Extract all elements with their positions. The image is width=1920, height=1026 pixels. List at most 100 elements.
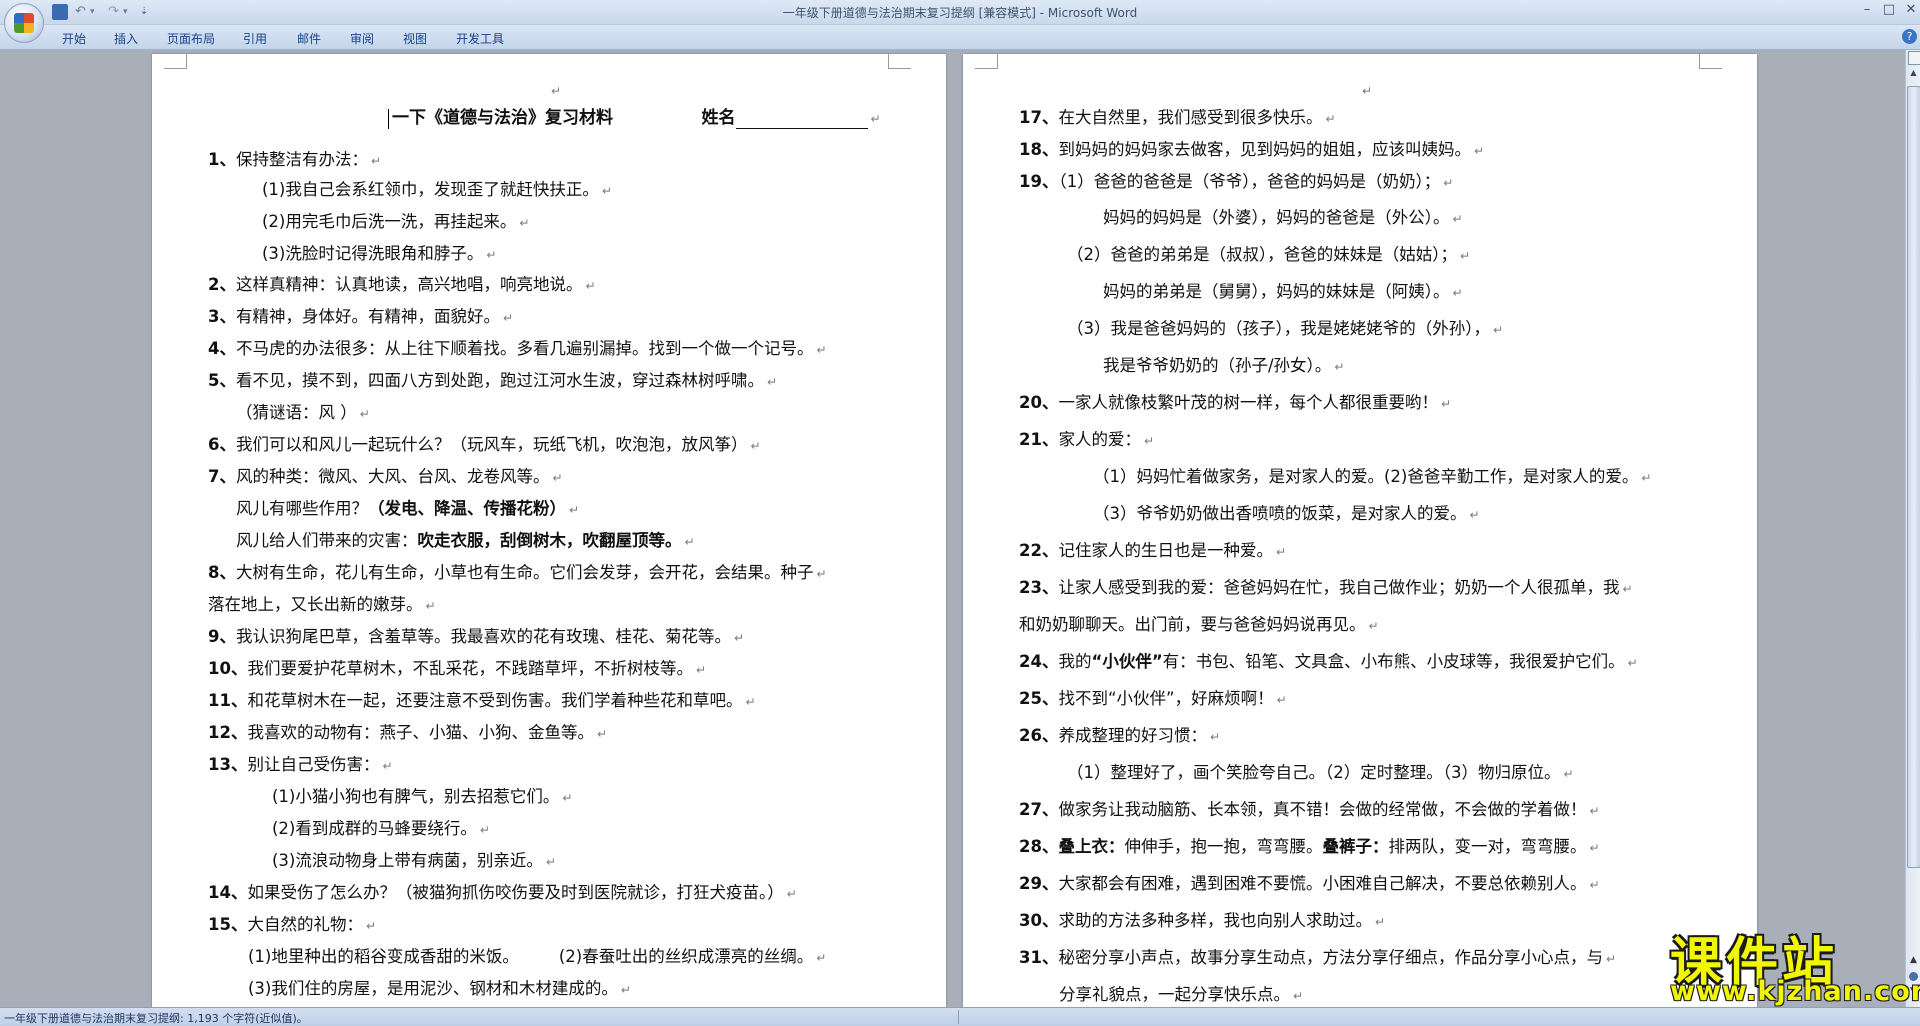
paragraph-mark: ↵ (519, 216, 530, 230)
left-line-22: (2)看到成群的马蜂要绕行。 ↵ (272, 819, 490, 840)
right-line-13: 22、记住家人的生日也是一种爱。 ↵ (1019, 541, 1286, 562)
paragraph-mark: ↵ (1460, 249, 1471, 263)
bold-text: 叠裤子： (1322, 837, 1389, 856)
line-text: 风儿有哪些作用？ (236, 499, 368, 518)
left-line-24: 14、如果受伤了怎么办？（被猫狗抓伤咬伤要及时到医院就诊，打狂犬疫苗。） ↵ (208, 883, 797, 904)
bold-text: 吹走衣服，刮倒树木，吹翻屋顶等。 (417, 531, 682, 550)
right-line-24: 31、秘密分享小声点，故事分享生动点，方法分享仔细点，作品分享小心点，与 ↵ (1019, 948, 1616, 969)
scrollbar-thumb[interactable] (1907, 86, 1920, 868)
left-line-5: 2、这样真精神：认真地读，高兴地唱，响亮地说。 ↵ (208, 275, 596, 296)
line-text: 风儿给人们带来的灾害： (236, 531, 418, 550)
item-number: 6、 (208, 435, 236, 454)
minimize-button[interactable]: – (1856, 2, 1878, 17)
line-text: 这样真精神：认真地读，高兴地唱，响亮地说。 (235, 275, 583, 294)
paragraph-mark: ↵ (1452, 286, 1463, 300)
title-bar: ↶ ▾ ↷ ▾ ⇣ 一年级下册道德与法治期末复习提纲 [兼容模式] - Micr… (0, 0, 1920, 25)
tab-insert[interactable]: 插入 (114, 30, 138, 47)
paragraph-mark: ↵ (1443, 176, 1454, 190)
line-text: 看不见，摸不到，四面八方到处跑，跑过江河水生波，穿过森林树呼啸。 (235, 371, 764, 390)
line-text: 有精神，身体好。有精神，面貌好。 (235, 307, 500, 326)
document-title: 一下《道德与法治》复习材料 (392, 108, 613, 128)
line-text: 大树有生命，花儿有生命，小草也有生命。它们会发芽，会开花，会结果。种子 (235, 563, 814, 582)
item-number: 20、 (1019, 393, 1059, 412)
item-number: 18、 (1019, 140, 1059, 159)
left-line-12: 风儿有哪些作用？（发电、降温、传播花粉） ↵ (236, 499, 579, 520)
line-text: 不马虎的办法很多：从上往下顺着找。多看几遍别漏掉。找到一个做一个记号。 (235, 339, 814, 358)
page-text-left: ↵ 一下《道德与法治》复习材料 姓名 ↵ 1、保持整洁有办法： ↵ (1)我自己会系红… (152, 54, 946, 1007)
tab-page-layout[interactable]: 页面布局 (167, 30, 215, 47)
paragraph-mark: ↵ (1325, 112, 1336, 126)
paragraph-mark: ↵ (1362, 84, 1373, 98)
line-text: (2)用完毛巾后洗一洗，再挂起来。 (262, 212, 517, 231)
line-text: （1）整理好了，画个笑脸夸自己。（2）定时整理。（3）物归原位。 (1067, 763, 1561, 782)
right-line-23: 30、求助的方法多种多样，我也向别人求助过。 ↵ (1019, 911, 1385, 932)
line-text: 做家务让我动脑筋、长本领，真不错！会做的经常做，不会做的学着做！ (1058, 800, 1587, 819)
item-number: 30、 (1019, 911, 1059, 930)
right-line-1: 17、在大自然里，我们感受到很多快乐。 ↵ (1019, 108, 1336, 129)
tab-review[interactable]: 审阅 (350, 30, 374, 47)
left-line-17: 10、我们要爱护花草树木，不乱采花，不践踏草坪，不折树枝等。 ↵ (208, 659, 706, 680)
paragraph-mark: ↵ (1469, 508, 1480, 522)
tab-references[interactable]: 引用 (243, 30, 267, 47)
paragraph-mark: ↵ (620, 983, 631, 997)
right-line-12: （3）爷爷奶奶做出香喷喷的饭菜，是对家人的爱。 ↵ (1093, 504, 1480, 525)
paragraph-mark: ↵ (1440, 397, 1452, 411)
line-text: (3)我们住的房屋，是用泥沙、钢材和木材建成的。 (248, 979, 618, 998)
page-text-right: ↵ 17、在大自然里，我们感受到很多快乐。 ↵ 18、到妈妈的妈妈家去做客，见到妈妈… (963, 54, 1757, 1007)
paragraph-mark: ↵ (1368, 619, 1379, 633)
line-text: 我们可以和风儿一起玩什么？（玩风车，玩纸飞机，吹泡泡，放风筝） (235, 435, 748, 454)
item-number: 24、 (1019, 652, 1059, 671)
line-text-extra: 排两队，变一对，弯弯腰。 (1388, 837, 1587, 856)
paragraph-mark: ↵ (1293, 989, 1304, 1003)
ruler-toggle-icon[interactable] (1908, 51, 1920, 65)
status-word-count[interactable]: 一年级下册道德与法治期末复习提纲: 1,193 个字符(近似值)。 (4, 1010, 308, 1026)
line-text: (3)洗脸时记得洗眼角和脖子。 (262, 244, 484, 263)
scroll-up-arrow-icon[interactable]: ▲ (1907, 66, 1920, 80)
right-line-8: 我是爷爷奶奶的（孙子/孙女）。 ↵ (1103, 356, 1344, 377)
line-text: 到妈妈的妈妈家去做客，见到妈妈的姐姐，应该叫姨妈。 (1058, 140, 1471, 159)
paragraph-mark: ↵ (816, 567, 827, 581)
item-number: 1、 (208, 150, 236, 169)
item-number: 4、 (208, 339, 236, 358)
right-line-14: 23、让家人感受到我的爱：爸爸妈妈在忙，我自己做作业；奶奶一个人很孤单，我 ↵ (1019, 578, 1633, 599)
line-text: (1)地里种出的稻谷变成香甜的米饭。 (248, 947, 519, 966)
line-text: （2）爸爸的弟弟是（叔叔），爸爸的妹妹是（姑姑）； (1067, 245, 1457, 264)
left-line-21: (1)小猫小狗也有脾气，别去招惹它们。 ↵ (272, 787, 572, 808)
line-text: (3)流浪动物身上带有病菌，别亲近。 (272, 851, 543, 870)
line-text: （1）妈妈忙着做家务，是对家人的爱。(2)爸爸辛勤工作，是对家人的爱。 (1093, 467, 1639, 486)
maximize-button[interactable]: □ (1878, 2, 1900, 17)
document-page-right[interactable]: ↵ 17、在大自然里，我们感受到很多快乐。 ↵ 18、到妈妈的妈妈家去做客，见到妈妈… (963, 54, 1757, 1007)
document-workspace: ↵ 一下《道德与法治》复习材料 姓名 ↵ 1、保持整洁有办法： ↵ (1)我自己会系红… (0, 50, 1905, 1007)
item-number: 17、 (1019, 108, 1059, 127)
item-number: 3、 (208, 307, 236, 326)
paragraph-mark: ↵ (695, 663, 707, 677)
right-line-9: 20、一家人就像枝繁叶茂的树一样，每个人都很重要哟！ ↵ (1019, 393, 1451, 414)
vertical-scrollbar[interactable]: ▲ ▲ ▼ (1905, 50, 1920, 1007)
help-icon[interactable]: ? (1902, 29, 1917, 44)
paragraph-mark: ↵ (370, 154, 382, 168)
tab-mailings[interactable]: 邮件 (297, 30, 321, 47)
tab-view[interactable]: 视图 (403, 30, 427, 47)
line-text: (1)我自己会系红领巾，发现歪了就赶快扶正。 (262, 180, 599, 199)
paragraph-mark: ↵ (1641, 471, 1652, 485)
status-bar: 一年级下册道德与法治期末复习提纲: 1,193 个字符(近似值)。 (0, 1007, 1920, 1026)
left-line-4: (3)洗脸时记得洗眼角和脖子。 ↵ (262, 244, 496, 265)
line-text: 别让自己受伤害： (247, 755, 380, 774)
paragraph-mark: ↵ (562, 791, 573, 805)
close-button[interactable]: ✕ (1900, 2, 1920, 17)
line-text: 大家都会有困难，遇到困难不要慌。小困难自己解决，不要总依赖别人。 (1058, 874, 1587, 893)
paragraph-mark: ↵ (479, 823, 490, 837)
left-line-19: 12、我喜欢的动物有：燕子、小猫、小狗、金鱼等。 ↵ (208, 723, 607, 744)
line-text: 妈妈的弟弟是（舅舅），妈妈的妹妹是（阿姨）。 (1103, 282, 1450, 301)
document-page-left[interactable]: ↵ 一下《道德与法治》复习材料 姓名 ↵ 1、保持整洁有办法： ↵ (1)我自己会系红… (152, 54, 946, 1007)
tab-home[interactable]: 开始 (62, 30, 86, 47)
left-line-15: 落在地上，又长出新的嫩芽。 ↵ (208, 595, 436, 616)
tab-developer[interactable]: 开发工具 (456, 30, 504, 47)
item-number: 15、 (208, 915, 248, 934)
left-line-25: 15、大自然的礼物： ↵ (208, 915, 376, 936)
office-button[interactable] (4, 3, 44, 43)
right-line-10: 21、家人的爱： ↵ (1019, 430, 1154, 451)
line-text: 秘密分享小声点，故事分享生动点，方法分享仔细点，作品分享小心点，与 (1058, 948, 1603, 967)
line-text: 记住家人的生日也是一种爱。 (1058, 541, 1273, 560)
right-line-3: 19、（1）爸爸的爸爸是（爷爷），爸爸的妈妈是（奶奶）； ↵ (1019, 172, 1453, 193)
